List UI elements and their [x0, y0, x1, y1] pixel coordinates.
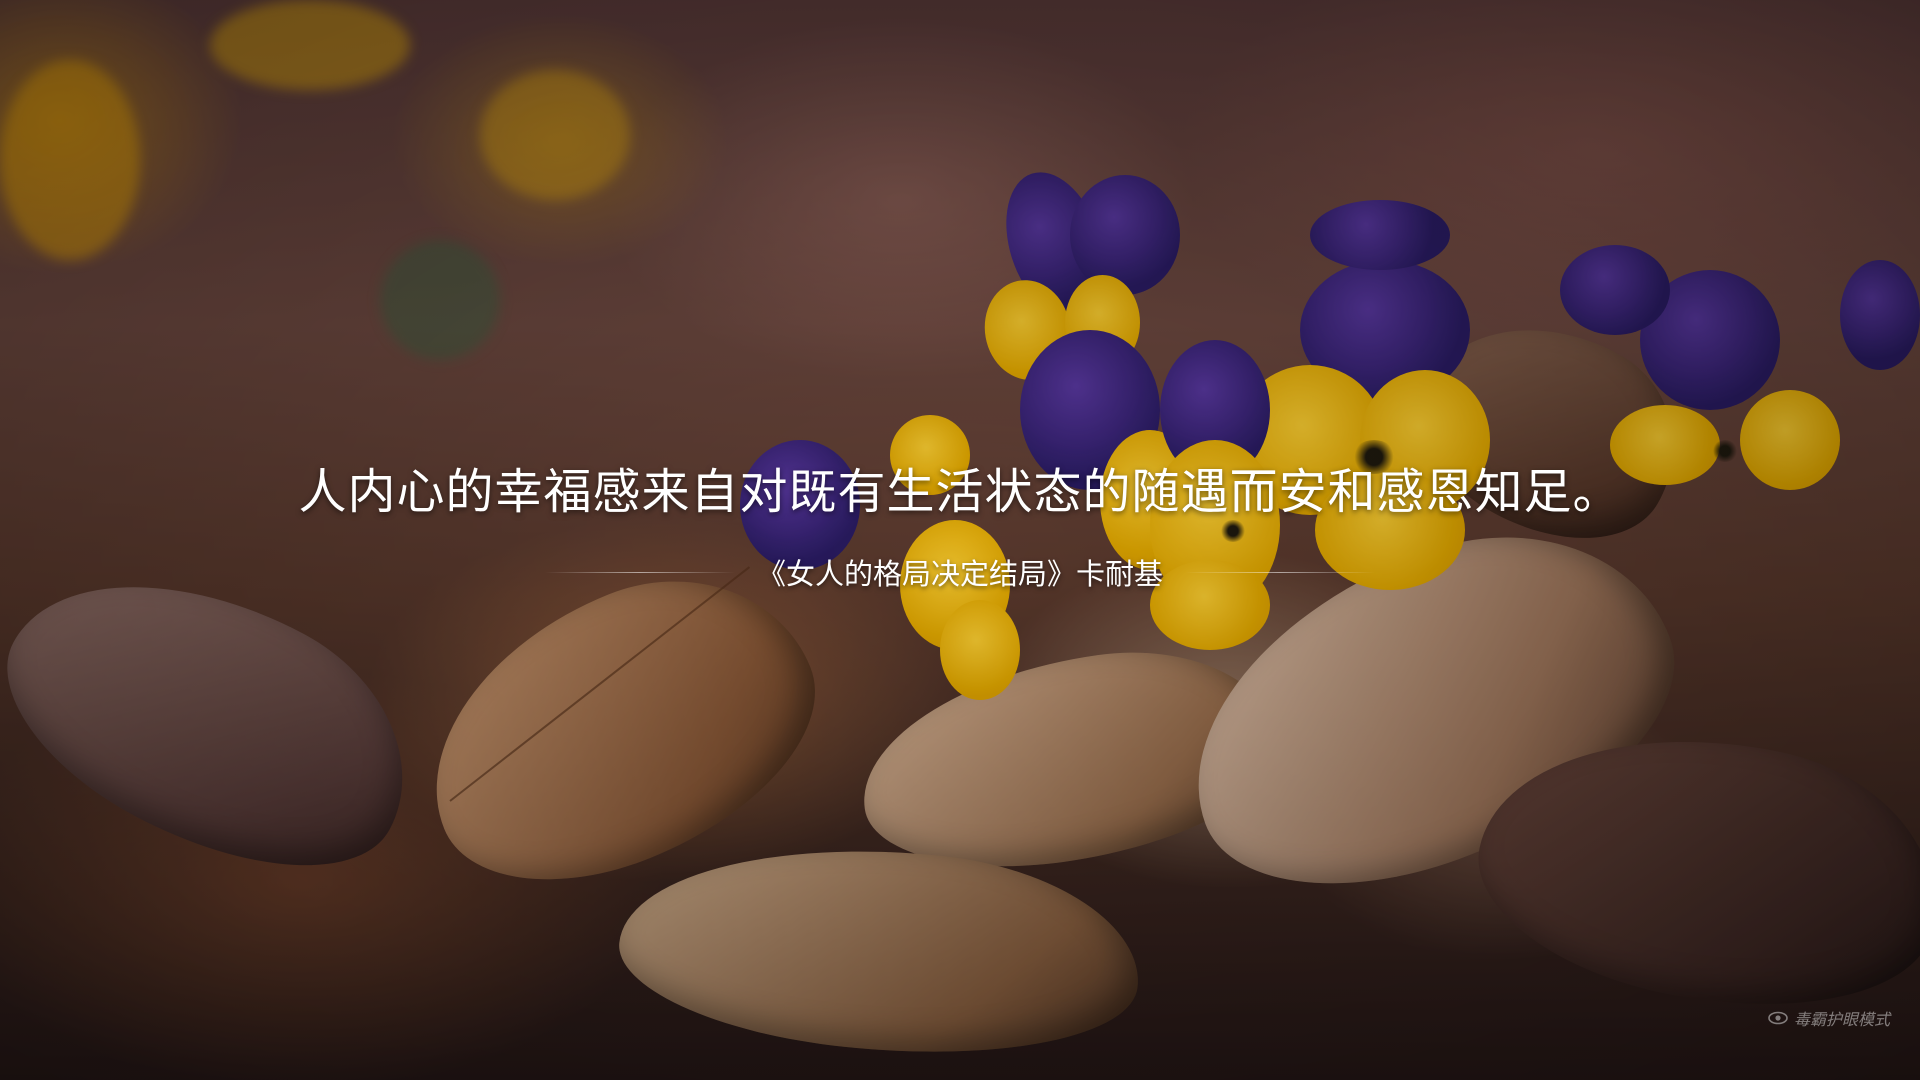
divider-line-right	[1185, 571, 1375, 573]
slide-canvas: 人内心的幸福感来自对既有生活状态的随遇而安和感恩知足。 《女人的格局决定结局》卡…	[0, 0, 1920, 1080]
eyecare-mode-watermark[interactable]: 毒霸护眼模式	[1768, 1006, 1890, 1030]
divider-line-left	[544, 571, 735, 573]
attribution-row: 《女人的格局决定结局》卡耐基	[0, 552, 1920, 592]
readability-overlay	[0, 0, 1920, 1080]
eye-icon	[1768, 1011, 1788, 1025]
quote-text: 人内心的幸福感来自对既有生活状态的随遇而安和感恩知足。	[298, 464, 1622, 520]
attribution-text: 《女人的格局决定结局》卡耐基	[756, 557, 1163, 591]
eyecare-label: 毒霸护眼模式	[1793, 1010, 1890, 1029]
